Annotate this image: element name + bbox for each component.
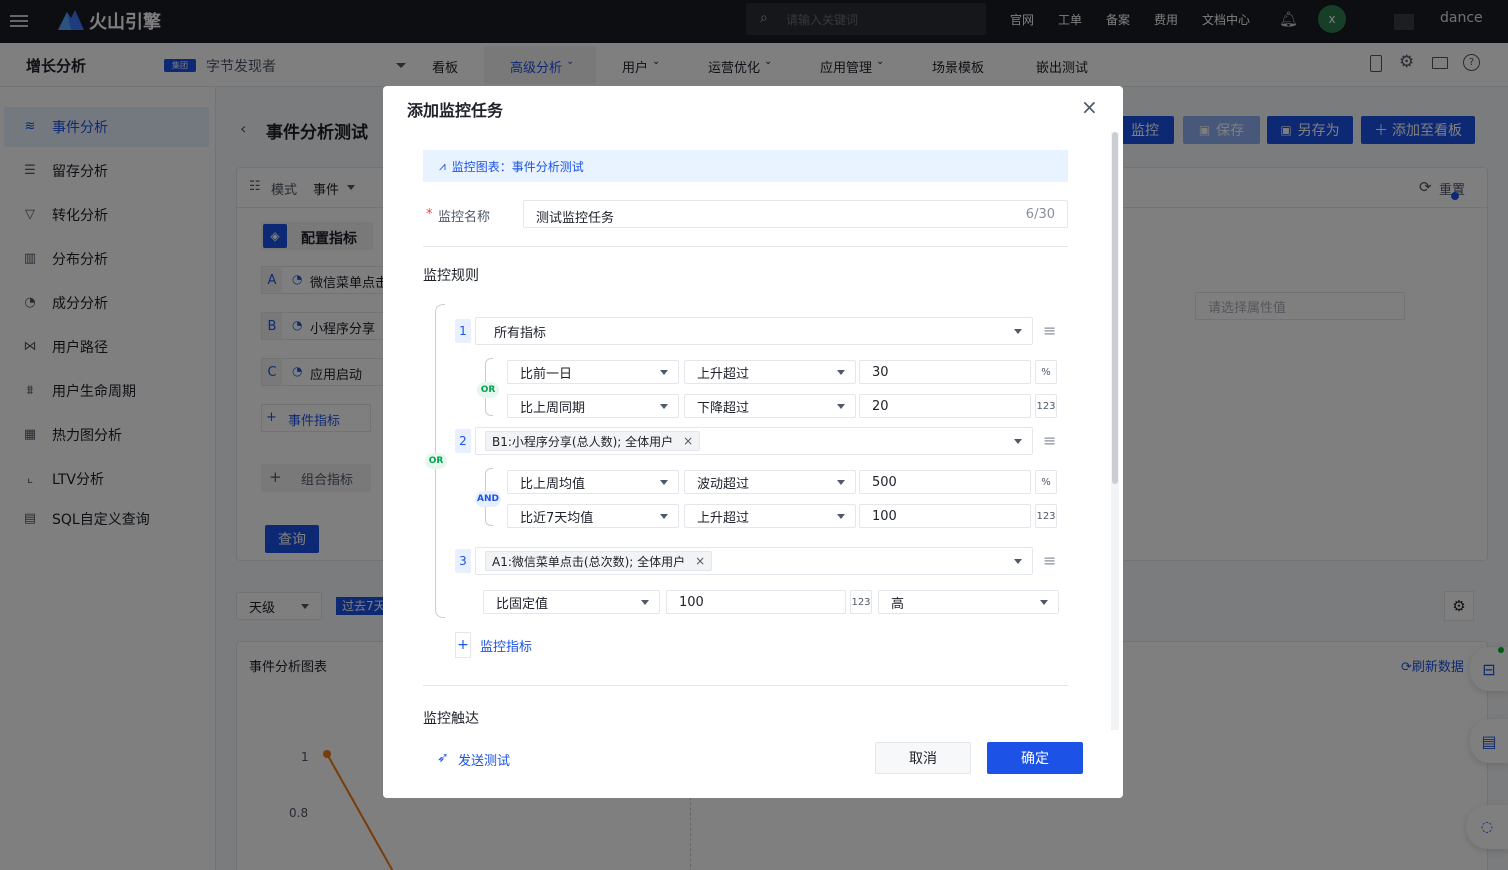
- modal-footer: ➶ 发送测试 取消 确定: [383, 730, 1123, 798]
- unit-toggle[interactable]: 123: [1035, 394, 1057, 418]
- rule1-cond1-value-input[interactable]: 30: [859, 360, 1031, 384]
- rule1-or-badge[interactable]: OR: [477, 382, 499, 398]
- close-icon[interactable]: ×: [683, 434, 693, 448]
- cancel-label: 取消: [909, 751, 937, 767]
- rule1-cond2-value-input[interactable]: 20: [859, 394, 1031, 418]
- reach-section-title: 监控触达: [423, 711, 479, 727]
- rule1-cond2-op-select[interactable]: 下降超过: [684, 394, 856, 418]
- modal-title: 添加监控任务: [407, 101, 504, 120]
- rule-number: 2: [455, 429, 471, 453]
- operator-value: 波动超过: [697, 476, 750, 492]
- metric-tag-text: B1:小程序分享(总人数); 全体用户: [492, 434, 674, 449]
- unit-toggle[interactable]: 123: [850, 590, 872, 614]
- compare-value: 比前一日: [520, 366, 573, 382]
- confirm-label: 确定: [1021, 751, 1049, 767]
- add-condition-icon[interactable]: ≡: [1043, 551, 1056, 570]
- level-value: 高: [891, 596, 905, 612]
- threshold-value: 100: [679, 594, 704, 610]
- chevron-down-icon: [660, 404, 668, 409]
- modal-scrollbar-thumb[interactable]: [1112, 132, 1118, 484]
- rules-section-title: 监控规则: [423, 268, 479, 284]
- unit-toggle[interactable]: 123: [1035, 504, 1057, 528]
- monitor-name-input[interactable]: 测试监控任务 6/30: [523, 200, 1068, 228]
- rule2-metric-tag: B1:小程序分享(总人数); 全体用户 ×: [485, 431, 701, 451]
- rule2-cond2-value-input[interactable]: 100: [859, 504, 1031, 528]
- chart-line-icon: ⩘: [439, 158, 446, 173]
- chevron-down-icon: [837, 370, 845, 375]
- metric-tag-text: A1:微信菜单点击(总次数); 全体用户: [492, 554, 686, 569]
- compare-value: 比固定值: [496, 596, 549, 612]
- compare-value: 比上周均值: [520, 476, 586, 492]
- close-icon[interactable]: ×: [695, 554, 705, 568]
- threshold-value: 500: [872, 474, 897, 490]
- chevron-down-icon: [660, 514, 668, 519]
- add-condition-icon[interactable]: ≡: [1043, 431, 1056, 450]
- operator-value: 下降超过: [697, 400, 750, 416]
- outer-or-badge[interactable]: OR: [425, 453, 447, 469]
- rule2-cond1-op-select[interactable]: 波动超过: [684, 470, 856, 494]
- chart-info-text: 监控图表：事件分析测试: [451, 159, 584, 174]
- monitor-chart-info: ⩘ 监控图表：事件分析测试: [423, 150, 1068, 182]
- rule1-cond1-compare-select[interactable]: 比前一日: [507, 360, 679, 384]
- char-count: 6/30: [1025, 207, 1055, 222]
- monitor-name-value: 测试监控任务: [536, 211, 615, 226]
- unit-toggle[interactable]: %: [1035, 470, 1057, 494]
- chevron-down-icon: [660, 480, 668, 485]
- rule-number: 3: [455, 549, 471, 573]
- rule3-value-input[interactable]: 100: [666, 590, 846, 614]
- add-monitor-task-modal: 添加监控任务 × ⩘ 监控图表：事件分析测试 * 监控名称 测试监控任务 6/30…: [383, 86, 1123, 798]
- compare-value: 比上周同期: [520, 400, 586, 416]
- rule-number: 1: [455, 319, 471, 343]
- operator-value: 上升超过: [697, 510, 750, 526]
- chevron-down-icon: [1014, 559, 1022, 564]
- divider: [423, 246, 1068, 247]
- threshold-value: 20: [872, 398, 889, 414]
- chevron-down-icon: [837, 404, 845, 409]
- chevron-down-icon: [641, 600, 649, 605]
- add-condition-icon[interactable]: ≡: [1043, 321, 1056, 340]
- add-monitor-metric-plus-icon[interactable]: +: [455, 632, 471, 658]
- chevron-down-icon: [1014, 439, 1022, 444]
- rule2-cond1-compare-select[interactable]: 比上周均值: [507, 470, 679, 494]
- chevron-down-icon: [1014, 329, 1022, 334]
- chevron-down-icon: [837, 480, 845, 485]
- rule3-metric-tag: A1:微信菜单点击(总次数); 全体用户 ×: [485, 551, 713, 571]
- rule2-cond1-value-input[interactable]: 500: [859, 470, 1031, 494]
- threshold-value: 100: [872, 508, 897, 524]
- rule3-level-select[interactable]: 高: [878, 590, 1059, 614]
- rule1-cond1-op-select[interactable]: 上升超过: [684, 360, 856, 384]
- send-test-button[interactable]: 发送测试: [458, 750, 510, 769]
- rule2-cond2-op-select[interactable]: 上升超过: [684, 504, 856, 528]
- chevron-down-icon: [1040, 600, 1048, 605]
- confirm-button[interactable]: 确定: [987, 742, 1083, 774]
- rule2-cond2-compare-select[interactable]: 比近7天均值: [507, 504, 679, 528]
- divider: [423, 685, 1068, 686]
- rule1-cond2-compare-select[interactable]: 比上周同期: [507, 394, 679, 418]
- unit-toggle[interactable]: %: [1035, 360, 1057, 384]
- required-asterisk: *: [426, 207, 433, 222]
- monitor-name-label: 监控名称: [438, 210, 491, 225]
- cancel-button[interactable]: 取消: [875, 742, 971, 774]
- chevron-down-icon: [660, 370, 668, 375]
- rule1-metric-select[interactable]: 所有指标: [475, 317, 1033, 345]
- add-monitor-metric-button[interactable]: 监控指标: [480, 636, 532, 655]
- compare-value: 比近7天均值: [520, 510, 594, 526]
- rule1-metric-value: 所有指标: [494, 325, 547, 341]
- rule2-and-badge[interactable]: AND: [475, 491, 501, 507]
- send-icon: ➶: [437, 750, 449, 766]
- rule3-compare-select[interactable]: 比固定值: [483, 590, 660, 614]
- chevron-down-icon: [837, 514, 845, 519]
- close-icon[interactable]: ×: [1081, 95, 1098, 119]
- operator-value: 上升超过: [697, 366, 750, 382]
- threshold-value: 30: [872, 364, 889, 380]
